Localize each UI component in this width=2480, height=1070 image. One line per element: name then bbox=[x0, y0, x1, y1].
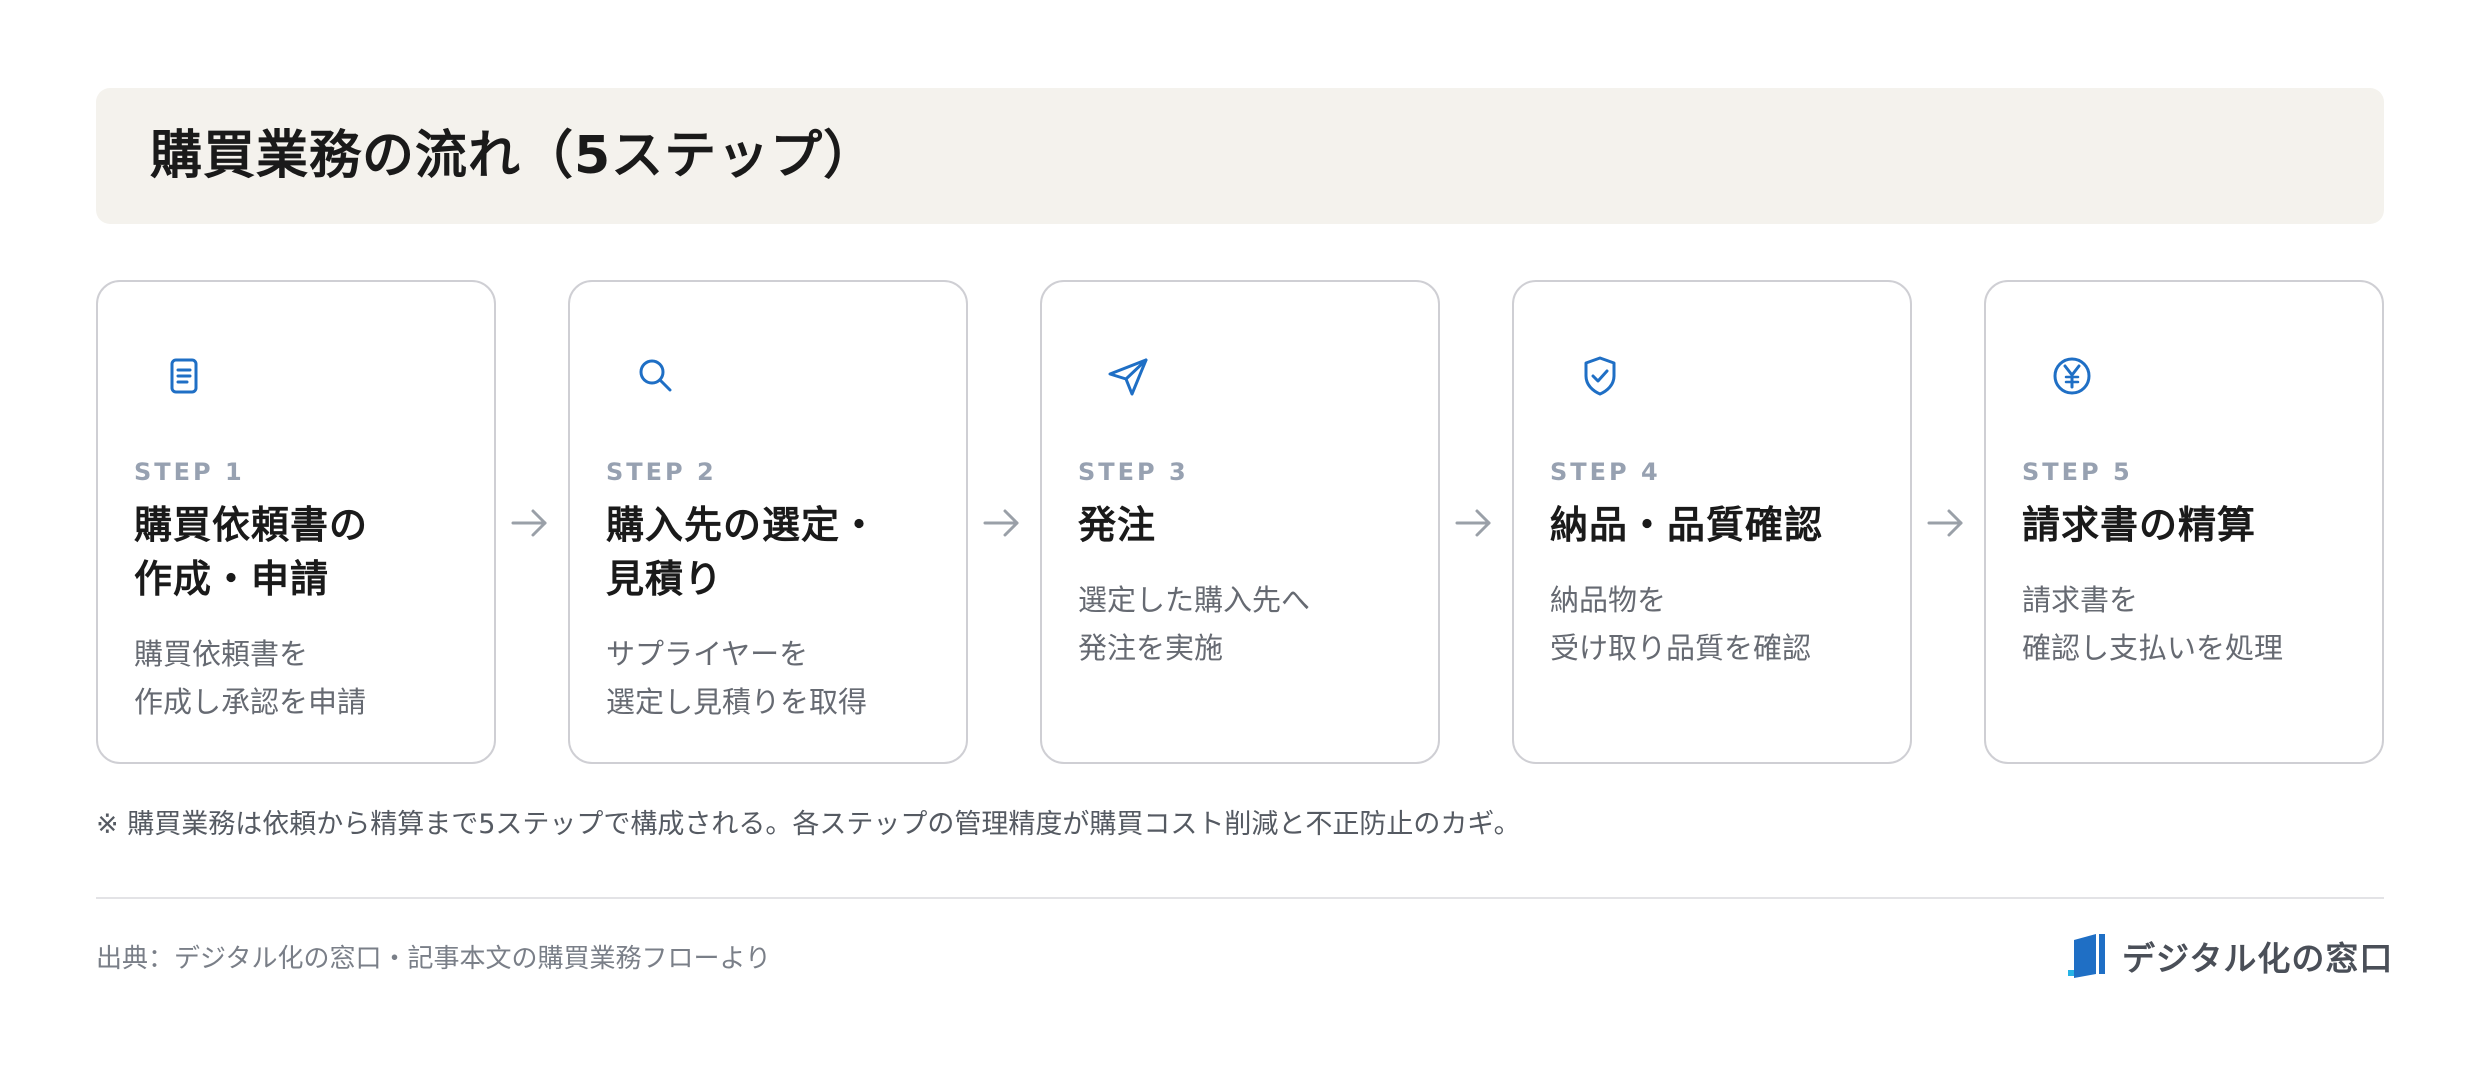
logo-text: デジタル化の窓口 bbox=[2122, 939, 2394, 978]
step-card-2: STEP 2 購入先の選定・ 見積り サプライヤーを 選定し見積りを取得 bbox=[568, 280, 968, 764]
window-logo-icon bbox=[2068, 934, 2105, 978]
page-title: 購買業務の流れ（5ステップ） bbox=[150, 126, 877, 186]
step-description: サプライヤーを 選定し見積りを取得 bbox=[606, 637, 868, 719]
step-title: 発注 bbox=[1078, 503, 1157, 547]
step-title: 請求書の精算 bbox=[2022, 503, 2257, 547]
arrow-right-icon bbox=[983, 509, 1019, 537]
step-description: 選定した購入先へ 発注を実施 bbox=[1078, 583, 1311, 665]
yen-icon bbox=[2053, 357, 2091, 395]
search-icon bbox=[639, 359, 672, 392]
arrow-right-icon bbox=[1455, 509, 1491, 537]
source-citation: 出典：デジタル化の窓口・記事本文の購買業務フローより bbox=[96, 944, 771, 974]
step-label: STEP 1 bbox=[134, 458, 245, 486]
arrow-right-icon bbox=[1927, 509, 1963, 537]
step-label: STEP 3 bbox=[1078, 458, 1189, 486]
step-description: 請求書を 確認し支払いを処理 bbox=[2022, 583, 2284, 665]
document-icon bbox=[170, 358, 198, 394]
step-label: STEP 5 bbox=[2022, 458, 2133, 486]
step-description: 購買依頼書を 作成し承認を申請 bbox=[134, 637, 367, 719]
step-card-3: STEP 3 発注 選定した購入先へ 発注を実施 bbox=[1040, 280, 1440, 764]
footnote: ※ 購買業務は依頼から精算まで5ステップで構成される。各ステップの管理精度が購買… bbox=[96, 809, 1521, 840]
title-band: 購買業務の流れ（5ステップ） bbox=[96, 88, 2384, 224]
step-card-5: STEP 5 請求書の精算 請求書を 確認し支払いを処理 bbox=[1984, 280, 2384, 764]
step-card-4: STEP 4 納品・品質確認 納品物を 受け取り品質を確認 bbox=[1512, 280, 1912, 764]
step-title: 納品・品質確認 bbox=[1550, 503, 1824, 547]
steps-flow: STEP 1 購買依頼書の 作成・申請 購買依頼書を 作成し承認を申請 STEP… bbox=[96, 280, 2384, 766]
step-title: 購入先の選定・ 見積り bbox=[606, 503, 880, 601]
send-icon bbox=[1108, 358, 1148, 396]
step-description: 納品物を 受け取り品質を確認 bbox=[1550, 583, 1812, 665]
arrow-right-icon bbox=[511, 509, 547, 537]
step-title: 購買依頼書の 作成・申請 bbox=[134, 503, 369, 601]
shield-check-icon bbox=[1584, 356, 1616, 396]
step-label: STEP 2 bbox=[606, 458, 717, 486]
step-card-1: STEP 1 購買依頼書の 作成・申請 購買依頼書を 作成し承認を申請 bbox=[96, 280, 496, 764]
divider bbox=[96, 897, 2384, 899]
step-label: STEP 4 bbox=[1550, 458, 1661, 486]
